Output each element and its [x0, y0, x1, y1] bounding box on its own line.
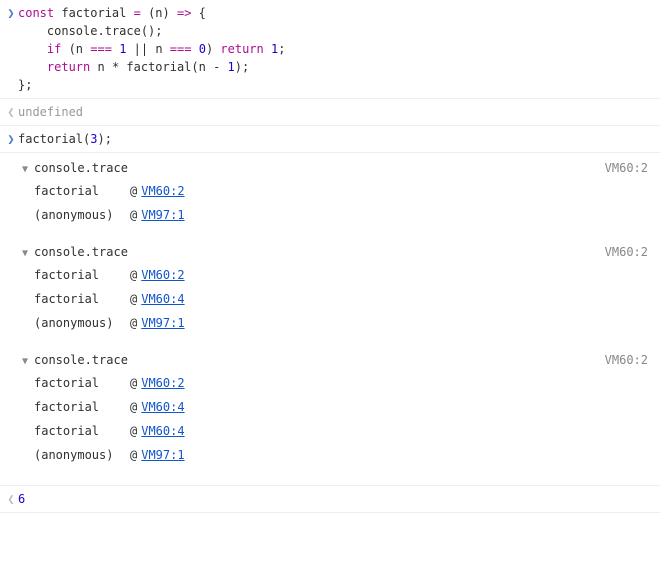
stack-frame: factorial@ VM60:4 — [18, 395, 660, 419]
trace-source-link[interactable]: VM60:2 — [605, 243, 648, 261]
stack-frame: (anonymous)@ VM97:1 — [18, 311, 660, 335]
frame-at-symbol: @ — [130, 374, 137, 392]
frame-location-link[interactable]: VM60:4 — [141, 290, 184, 308]
frame-location-link[interactable]: VM97:1 — [141, 314, 184, 332]
frame-function-name: factorial — [34, 374, 126, 392]
frame-at-symbol: @ — [130, 266, 137, 284]
frame-function-name: (anonymous) — [34, 446, 126, 464]
console-input-code[interactable]: factorial(3); — [18, 130, 660, 148]
frame-function-name: factorial — [34, 398, 126, 416]
frame-location-link[interactable]: VM60:4 — [141, 422, 184, 440]
stack-trace-group: ▼console.traceVM60:2factorial@ VM60:2(an… — [18, 157, 660, 227]
frame-function-name: factorial — [34, 422, 126, 440]
frame-at-symbol: @ — [130, 446, 137, 464]
frame-location-link[interactable]: VM60:2 — [141, 182, 184, 200]
frame-location-link[interactable]: VM60:2 — [141, 266, 184, 284]
frame-at-symbol: @ — [130, 398, 137, 416]
disclosure-triangle-icon[interactable]: ▼ — [22, 246, 34, 261]
stack-frame: factorial@ VM60:2 — [18, 263, 660, 287]
stack-trace-group: ▼console.traceVM60:2factorial@ VM60:2fac… — [18, 349, 660, 467]
trace-title: console.trace — [34, 243, 605, 261]
frame-function-name: (anonymous) — [34, 206, 126, 224]
disclosure-triangle-icon[interactable]: ▼ — [22, 354, 34, 369]
frame-at-symbol: @ — [130, 314, 137, 332]
console-input-code[interactable]: const factorial = (n) => { console.trace… — [18, 4, 660, 94]
frame-location-link[interactable]: VM60:2 — [141, 374, 184, 392]
frame-location-link[interactable]: VM97:1 — [141, 206, 184, 224]
trace-title: console.trace — [34, 159, 605, 177]
disclosure-triangle-icon[interactable]: ▼ — [22, 162, 34, 177]
frame-location-link[interactable]: VM60:4 — [141, 398, 184, 416]
frame-at-symbol: @ — [130, 422, 137, 440]
trace-source-link[interactable]: VM60:2 — [605, 351, 648, 369]
frame-function-name: factorial — [34, 182, 126, 200]
trace-source-link[interactable]: VM60:2 — [605, 159, 648, 177]
stack-frame: factorial@ VM60:4 — [18, 419, 660, 443]
frame-at-symbol: @ — [130, 182, 137, 200]
stack-frame: factorial@ VM60:2 — [18, 179, 660, 203]
frame-at-symbol: @ — [130, 290, 137, 308]
console-result: 6 — [18, 492, 25, 506]
output-marker-icon: ❮ — [4, 103, 18, 121]
stack-trace-group: ▼console.traceVM60:2factorial@ VM60:2fac… — [18, 241, 660, 335]
output-marker-icon: ❮ — [4, 490, 18, 508]
frame-function-name: factorial — [34, 266, 126, 284]
stack-frame: (anonymous)@ VM97:1 — [18, 203, 660, 227]
frame-function-name: (anonymous) — [34, 314, 126, 332]
frame-function-name: factorial — [34, 290, 126, 308]
input-marker-icon: ❯ — [4, 4, 18, 22]
stack-frame: factorial@ VM60:2 — [18, 371, 660, 395]
frame-location-link[interactable]: VM97:1 — [141, 446, 184, 464]
stack-frame: (anonymous)@ VM97:1 — [18, 443, 660, 467]
frame-at-symbol: @ — [130, 206, 137, 224]
trace-title: console.trace — [34, 351, 605, 369]
console-result: undefined — [18, 105, 83, 119]
stack-frame: factorial@ VM60:4 — [18, 287, 660, 311]
input-marker-icon: ❯ — [4, 130, 18, 148]
